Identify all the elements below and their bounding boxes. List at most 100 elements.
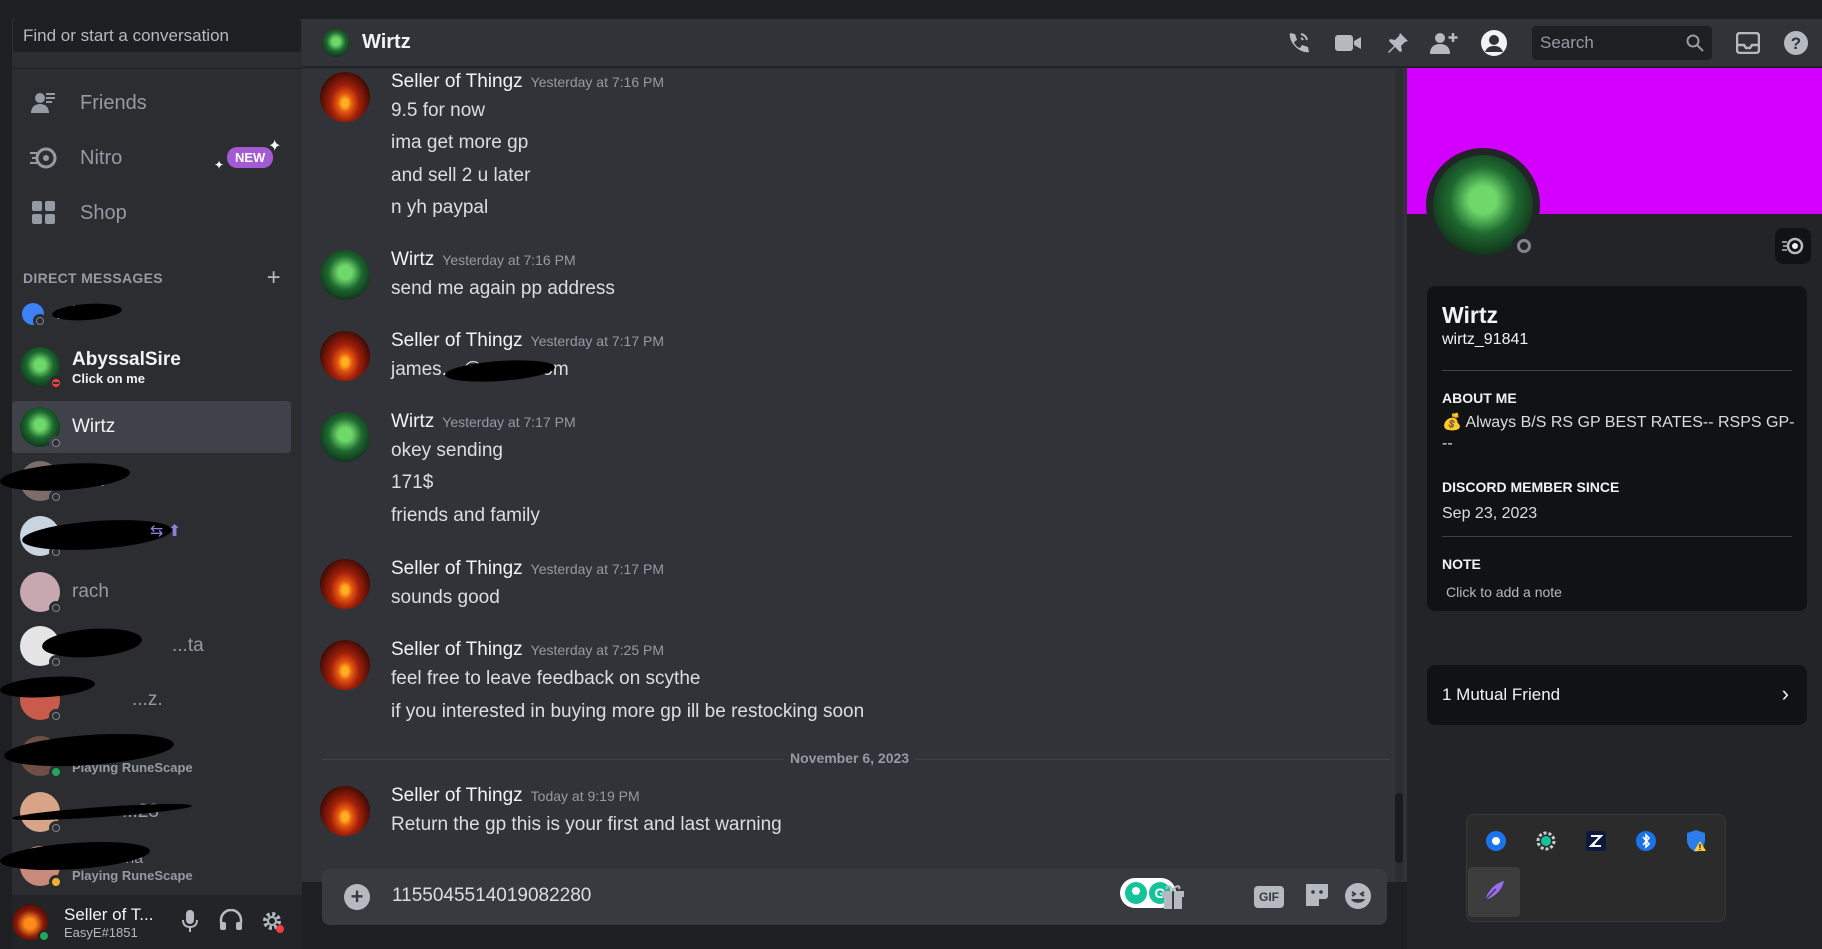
- profile-avatar[interactable]: [1426, 148, 1540, 262]
- scrollbar-thumb[interactable]: [1395, 793, 1403, 863]
- dm-name: Wirtz: [72, 416, 116, 437]
- message-avatar[interactable]: [320, 331, 370, 381]
- status-offline-icon: [49, 655, 63, 669]
- status-offline-icon: [33, 314, 47, 328]
- nitro-icon: [28, 142, 60, 174]
- direct-messages-label: DIRECT MESSAGES: [23, 270, 163, 286]
- note-heading: NOTE: [1442, 556, 1481, 572]
- dm-item-selected[interactable]: Wirtz: [12, 401, 291, 453]
- status-offline-icon: [49, 821, 63, 835]
- member-since-heading: DISCORD MEMBER SINCE: [1442, 479, 1620, 495]
- message-author[interactable]: Wirtz: [391, 411, 434, 432]
- chat-scrollbar[interactable]: [1395, 68, 1403, 882]
- add-friend-icon[interactable]: [1428, 27, 1460, 59]
- video-call-icon[interactable]: [1332, 27, 1364, 59]
- voice-call-icon[interactable]: [1282, 27, 1314, 59]
- status-dnd-icon: [49, 376, 63, 390]
- grammarly-icon[interactable]: [1534, 829, 1558, 853]
- message-avatar[interactable]: [320, 640, 370, 690]
- message-text: send me again pp address: [391, 278, 615, 299]
- dm-item[interactable]: ...ta: [12, 621, 291, 671]
- message-timestamp: Yesterday at 7:17 PM: [442, 414, 576, 430]
- message-composer[interactable]: + 1155045514019082280 G GIF: [322, 869, 1387, 925]
- badge-icons: ⇆ ⬆: [150, 523, 182, 540]
- date-divider-label: November 6, 2023: [784, 750, 916, 766]
- bluetooth-icon[interactable]: [1634, 829, 1658, 853]
- find-conversation-input[interactable]: Find or start a conversation: [13, 19, 301, 52]
- profile-display-name: Wirtz: [1442, 302, 1499, 328]
- gift-icon[interactable]: [1160, 882, 1186, 915]
- message-author[interactable]: Seller of Thingz: [391, 71, 523, 92]
- nav-friends-label: Friends: [80, 91, 147, 114]
- user-avatar[interactable]: [12, 904, 50, 942]
- nav-nitro[interactable]: Nitro NEW ✦ ✦: [14, 134, 290, 182]
- gif-button[interactable]: GIF: [1254, 886, 1284, 908]
- dm-status-text: Click on me: [72, 370, 145, 386]
- create-dm-icon[interactable]: +: [267, 264, 281, 292]
- message-author[interactable]: Wirtz: [391, 249, 434, 270]
- avatar: [20, 572, 63, 615]
- dm-item[interactable]: ⇆ ⬆: [12, 511, 291, 561]
- steam-like-icon[interactable]: [1484, 829, 1508, 853]
- note-input[interactable]: Click to add a note: [1446, 584, 1562, 600]
- message-avatar[interactable]: [320, 559, 370, 609]
- message-author[interactable]: Seller of Thingz: [391, 639, 523, 660]
- emoji-icon[interactable]: [1344, 882, 1372, 915]
- nav-shop[interactable]: Shop: [14, 189, 290, 237]
- nitro-badge-icon[interactable]: [1775, 228, 1811, 264]
- sticker-icon[interactable]: [1304, 882, 1330, 913]
- status-online-icon: [38, 930, 50, 942]
- mutual-friends-label: 1 Mutual Friend: [1442, 685, 1561, 704]
- mutual-friends-button[interactable]: 1 Mutual Friend ›: [1427, 665, 1807, 725]
- message-avatar[interactable]: [320, 72, 370, 122]
- user-name: Seller of T...: [64, 904, 154, 924]
- dm-item[interactable]: rach: [12, 567, 291, 617]
- member-since-date: Sep 23, 2023: [1442, 505, 1538, 522]
- headphones-icon[interactable]: [219, 908, 243, 937]
- sparkle-icon: ✦: [268, 138, 282, 155]
- dm-item[interactable]: AbyssalSire Click on me: [12, 342, 291, 392]
- message-text: ima get more gp: [391, 132, 529, 153]
- pin-icon[interactable]: [1382, 27, 1414, 59]
- header-search-input[interactable]: Search: [1532, 26, 1712, 60]
- message-author[interactable]: Seller of Thingz: [391, 330, 523, 351]
- message-author[interactable]: Seller of Thingz: [391, 558, 523, 579]
- settings-gear-icon[interactable]: [260, 909, 284, 939]
- nav-friends[interactable]: Friends: [14, 79, 290, 127]
- dm-item[interactable]: ...e7: [0, 456, 291, 506]
- message-text: and sell 2 u later: [391, 165, 531, 186]
- status-offline-icon: [49, 709, 63, 723]
- message-timestamp: Yesterday at 7:25 PM: [530, 642, 665, 658]
- message-avatar[interactable]: [320, 412, 370, 462]
- dm-item[interactable]: Playing RuneScape: [3, 729, 291, 781]
- status-offline-icon: [1512, 234, 1536, 258]
- add-attachment-icon[interactable]: +: [344, 884, 370, 910]
- dm-name: ...z.: [132, 689, 163, 710]
- friends-icon: [28, 87, 60, 119]
- message-text: Return the gp this is your first and las…: [391, 814, 782, 835]
- help-icon[interactable]: ?: [1780, 27, 1812, 59]
- new-badge: NEW: [227, 147, 274, 168]
- feather-icon[interactable]: [1482, 879, 1506, 903]
- dm-item[interactable]: ...z.: [0, 673, 291, 725]
- divider: [1442, 370, 1792, 371]
- divider: [1442, 536, 1792, 537]
- defender-warning-icon[interactable]: !: [1684, 829, 1708, 853]
- message-text: 9.5 for now: [391, 100, 485, 121]
- dm-item[interactable]: ...l!: [12, 289, 291, 339]
- user-profile-icon[interactable]: [1478, 27, 1510, 59]
- microphone-icon[interactable]: [182, 909, 198, 939]
- find-conversation-wrap: Find or start a conversation: [12, 19, 302, 69]
- avatar: [20, 347, 63, 390]
- inbox-icon[interactable]: [1732, 27, 1764, 59]
- message-author[interactable]: Seller of Thingz: [391, 785, 523, 806]
- system-tray-overflow: ⁄ !: [1466, 814, 1726, 922]
- dm-item[interactable]: ...na Playing RuneScape: [0, 837, 291, 891]
- dm-item[interactable]: ...23: [11, 787, 291, 837]
- message-timestamp: Yesterday at 7:16 PM: [442, 252, 576, 268]
- message-avatar[interactable]: [320, 250, 370, 300]
- message-avatar[interactable]: [320, 786, 370, 836]
- message-input[interactable]: 1155045514019082280: [392, 885, 591, 907]
- discord-window: Find or start a conversation Friends Nit…: [0, 0, 1822, 949]
- bitdefender-icon[interactable]: ⁄: [1584, 829, 1608, 853]
